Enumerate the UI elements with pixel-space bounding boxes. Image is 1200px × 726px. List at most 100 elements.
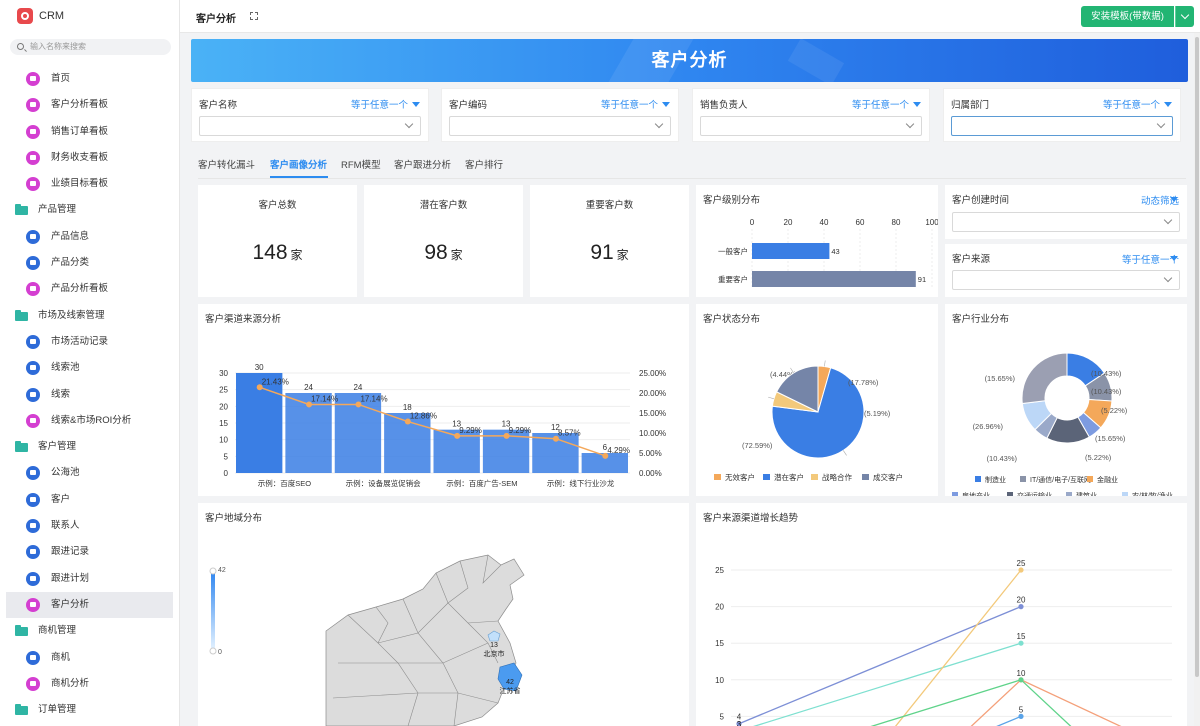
sidebar-item-label: 产品分析看板	[51, 283, 109, 295]
filter-operator-dropdown[interactable]: 等于任意一个	[351, 97, 420, 111]
filter-operator-dropdown[interactable]: 等于任意一个	[1103, 97, 1172, 111]
sidebar-group-5[interactable]: 产品管理	[0, 197, 179, 223]
tick-label: 0	[750, 218, 755, 227]
sidebar-group-9[interactable]: 市场及线索管理	[0, 303, 179, 329]
sidebar-item-label: 产品管理	[38, 204, 77, 216]
y2-tick-label: 5.00%	[639, 449, 662, 458]
filter-label: 归属部门	[951, 100, 990, 111]
sidebar-item-19[interactable]: 跟进计划	[0, 566, 179, 592]
trend-point	[1018, 677, 1024, 683]
sidebar-item-label: 销售订单看板	[51, 125, 109, 137]
sidebar-item-23[interactable]: 商机分析	[0, 671, 179, 697]
filter-label: 客户来源	[952, 254, 991, 265]
dashboard-icon	[26, 72, 40, 86]
sidebar-item-10[interactable]: 市场活动记录	[0, 329, 179, 355]
slice-label: (26.96%)	[973, 422, 1004, 431]
x-tick-label: 示例：设备展览促销会	[346, 478, 421, 488]
menu-search-input[interactable]: 输入名称来搜索	[10, 39, 171, 55]
dashboard-icon	[26, 413, 40, 428]
legend-label: 战略合作	[822, 472, 852, 482]
legend-swatch	[862, 474, 869, 480]
channel-source-card: 客户渠道来源分析 0 5 10 15 20 25 30 0.00% 5.00% 10.00% 15.…	[198, 304, 689, 496]
list-icon	[26, 229, 40, 244]
legend-label: 交通运输业	[1017, 491, 1052, 496]
folder-icon	[15, 704, 28, 716]
banner-title: 客户分析	[651, 50, 728, 70]
filter-label: 客户名称	[199, 100, 238, 111]
sidebar-item-0[interactable]: 首页	[0, 66, 179, 92]
y-tick-label: 30	[219, 369, 228, 378]
sidebar-item-11[interactable]: 线索池	[0, 355, 179, 381]
x-tick-label: 示例：百度广告-SEM	[446, 478, 517, 488]
sidebar-item-18[interactable]: 跟进记录	[0, 539, 179, 565]
clue-icon	[26, 387, 40, 402]
sidebar-item-22[interactable]: 商机	[0, 645, 179, 671]
install-dropdown-button[interactable]	[1175, 6, 1194, 27]
tab-ranking[interactable]: 客户排行	[465, 157, 503, 171]
legend-label: 房地产业	[962, 491, 990, 496]
filter-department: 归属部门 等于任意一个	[943, 88, 1181, 142]
legend-label: 金融业	[1097, 475, 1118, 484]
y-tick-label: 10	[219, 436, 228, 445]
filter-select[interactable]	[951, 116, 1173, 136]
sidebar-item-3[interactable]: 财务收支看板	[0, 145, 179, 171]
sidebar-group-24[interactable]: 订单管理	[0, 697, 179, 723]
trend-value-label: 15	[1017, 632, 1026, 641]
ratio-label: 4.29%	[607, 446, 630, 455]
legend-swatch	[763, 474, 770, 480]
filter-operator-dropdown[interactable]: 等于任意一个	[601, 97, 670, 111]
filter-operator-dropdown[interactable]: 等于任意一个	[852, 97, 921, 111]
tab-rfm[interactable]: RFM模型	[341, 157, 381, 171]
filter-select[interactable]	[952, 270, 1180, 290]
kpi-value: 98	[424, 241, 448, 264]
fullscreen-icon[interactable]	[250, 12, 258, 20]
sidebar-item-8[interactable]: 产品分析看板	[0, 276, 179, 302]
main-scrollbar[interactable]	[1194, 33, 1200, 726]
filter-select[interactable]	[449, 116, 671, 136]
filter-customer-code: 客户编码 等于任意一个	[441, 88, 679, 142]
filter-select[interactable]	[700, 116, 922, 136]
sidebar-item-4[interactable]: 业绩目标看板	[0, 171, 179, 197]
sidebar-item-6[interactable]: 产品信息	[0, 224, 179, 250]
filter-select[interactable]	[952, 212, 1180, 232]
kpi-value: 91	[590, 241, 614, 264]
install-template-button[interactable]: 安装模板(带数据)	[1081, 6, 1174, 27]
side-filter-created-time: 客户创建时间 动态筛选	[945, 185, 1187, 239]
bar-value-label: 24	[353, 383, 362, 392]
sidebar-item-17[interactable]: 联系人	[0, 513, 179, 539]
sidebar-item-15[interactable]: 公海池	[0, 460, 179, 486]
sidebar-group-21[interactable]: 商机管理	[0, 618, 179, 644]
sidebar-item-16[interactable]: 客户	[0, 487, 179, 513]
trend-point	[1018, 604, 1024, 610]
slice-label: (10.43%)	[1091, 387, 1122, 396]
sidebar-item-label: 跟进计划	[51, 572, 90, 584]
tab-follow-up[interactable]: 客户跟进分析	[394, 157, 451, 171]
dashboard-icon	[26, 676, 40, 691]
y-tick-label: 15	[715, 639, 724, 648]
tab-conversion-funnel[interactable]: 客户转化漏斗	[198, 157, 255, 171]
ratio-label: 17.14%	[311, 394, 338, 403]
sidebar-item-20[interactable]: 客户分析	[6, 591, 173, 619]
tab-customer-profile[interactable]: 客户画像分析	[270, 157, 327, 171]
sidebar-group-14[interactable]: 客户管理	[0, 434, 179, 460]
slice-label: (10.43%)	[987, 454, 1018, 463]
sidebar-item-7[interactable]: 产品分类	[0, 250, 179, 276]
slice-label: (72.59%)	[742, 441, 773, 450]
sidebar-item-13[interactable]: 线索&市场ROI分析	[0, 408, 179, 434]
value-label: 43	[831, 247, 839, 256]
dropdown-arrow-icon	[1170, 256, 1178, 261]
sidebar-item-1[interactable]: 客户分析看板	[0, 92, 179, 118]
tab-customer-analysis[interactable]: 客户分析	[196, 10, 236, 25]
kpi-unit: 家	[450, 248, 463, 262]
filter-select[interactable]	[199, 116, 421, 136]
visual-map-min: 0	[218, 649, 222, 656]
sidebar-item-2[interactable]: 销售订单看板	[0, 119, 179, 145]
sidebar-item-label: 线索&市场ROI分析	[51, 414, 132, 426]
region-value: 13	[490, 642, 498, 649]
ratio-label: 9.29%	[509, 426, 532, 435]
legend-label: 无效客户	[725, 472, 755, 482]
y-tick-label: 10	[715, 676, 724, 685]
legend-swatch	[1087, 476, 1093, 482]
sidebar-item-label: 客户管理	[38, 441, 77, 453]
sidebar-item-12[interactable]: 线索	[0, 382, 179, 408]
